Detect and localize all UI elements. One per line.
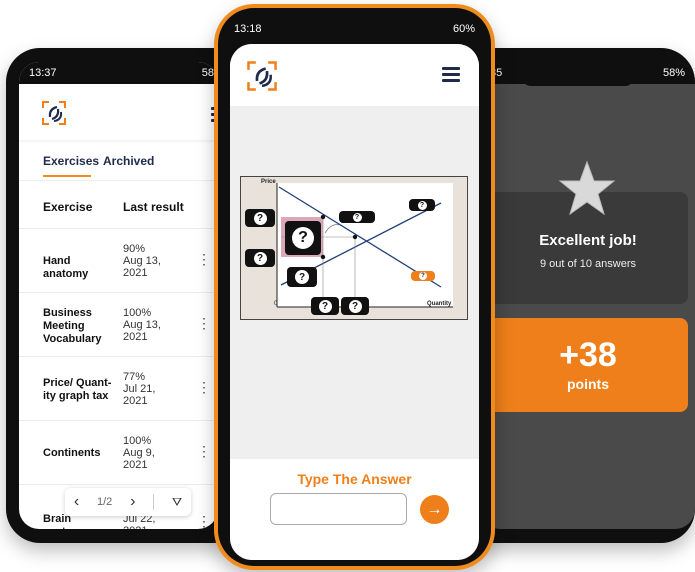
row-date: Aug 13,: [123, 255, 161, 267]
row-exercise-name: Business: [43, 307, 92, 319]
row-year: 2021: [123, 395, 148, 407]
phone-left: 13:37 58 Exercises Archived Exercise Las…: [6, 48, 246, 543]
pagination-bar: ‹ 1/2 › ⛛: [65, 488, 191, 516]
row-date: Aug 9,: [123, 447, 155, 459]
right-battery: 58%: [662, 67, 685, 79]
row-exercise-name: Continents: [43, 447, 101, 459]
phone-center: 13:18 60% Price Quantity 0 ? ? ? ? ? ? ?…: [214, 4, 495, 570]
result-title: Excellent job!: [539, 232, 637, 249]
result-subtitle: 9 out of 10 answers: [539, 258, 636, 270]
row-kebab-icon[interactable]: ⋮: [197, 251, 211, 268]
result-card: Excellent job! 9 out of 10 answers: [488, 160, 688, 304]
next-page-icon[interactable]: ›: [130, 493, 135, 511]
tab-exercises[interactable]: Exercises: [43, 154, 99, 168]
row-year: 2021: [123, 525, 155, 529]
row-kebab-icon[interactable]: ⋮: [197, 443, 211, 460]
answer-panel: Type The Answer →: [230, 459, 479, 560]
left-tabs: Exercises Archived: [19, 140, 218, 181]
answer-input[interactable]: [270, 493, 407, 525]
row-kebab-icon[interactable]: ⋮: [197, 315, 211, 332]
row-year: 2021: [123, 267, 148, 279]
table-row[interactable]: Hand anatomy 90% Aug 13, 2021 ⋮: [19, 228, 218, 293]
row-date: Jul 21,: [123, 383, 156, 395]
points-value: +38: [559, 336, 617, 374]
row-score: 100%: [123, 307, 152, 319]
answer-slot[interactable]: ?: [409, 199, 435, 211]
answer-title: Type The Answer: [297, 471, 412, 487]
app-logo-icon[interactable]: [41, 100, 67, 126]
row-score: 100%: [123, 435, 152, 447]
row-kebab-icon[interactable]: ⋮: [197, 379, 211, 396]
star-icon: [558, 160, 616, 216]
answer-slot[interactable]: ?: [285, 221, 321, 255]
points-card: +38 points: [488, 318, 688, 412]
row-exercise-name: Price/ Quant-: [43, 377, 112, 389]
row-date: Aug 13,: [123, 319, 161, 331]
filter-icon[interactable]: ⛛: [172, 495, 182, 510]
phone-right: 35 58% Excellent job! 9 out of 10 answer…: [460, 48, 695, 543]
answer-slot[interactable]: ?: [341, 297, 369, 315]
table-row[interactable]: Continents 100% Aug 9, 2021 ⋮: [19, 420, 218, 485]
row-year: 2021: [123, 459, 148, 471]
row-exercise-name: Vocabulary: [43, 333, 102, 345]
row-exercise-name: Hand anatomy: [43, 255, 89, 280]
prev-page-icon[interactable]: ‹: [74, 493, 79, 511]
left-app-header: [19, 84, 218, 140]
points-label: points: [567, 376, 609, 392]
table-row[interactable]: Price/ Quant- ity graph tax 77% Jul 21, …: [19, 356, 218, 421]
left-screen: 13:37 58 Exercises Archived Exercise Las…: [19, 62, 218, 529]
answer-slot[interactable]: ?: [245, 249, 275, 267]
answer-slot[interactable]: ?: [245, 209, 275, 227]
row-exercise-name: Meeting: [43, 320, 85, 332]
arrow-right-icon: →: [426, 500, 443, 518]
answer-slot[interactable]: ?: [287, 267, 317, 287]
center-battery: 60%: [452, 23, 475, 35]
center-menu-icon[interactable]: [442, 64, 460, 85]
row-score: 90%: [123, 243, 146, 255]
row-score: 77%: [123, 371, 146, 383]
tab-archived[interactable]: Archived: [103, 154, 154, 168]
supply-demand-graph: Price Quantity 0 ? ? ? ? ? ? ? ? ?: [240, 176, 468, 320]
center-time: 13:18: [234, 23, 262, 35]
page-indicator: 1/2: [97, 496, 113, 508]
left-signal: 58: [201, 67, 214, 79]
center-screen: Price Quantity 0 ? ? ? ? ? ? ? ? ? Type …: [230, 44, 479, 560]
col-header-exercise[interactable]: Exercise: [43, 200, 92, 214]
axis-price-label: Price: [261, 179, 276, 185]
col-header-last-result[interactable]: Last result: [123, 200, 184, 214]
right-screen: 35 58% Excellent job! 9 out of 10 answer…: [480, 62, 695, 529]
row-exercise-name: ity graph tax: [43, 390, 109, 402]
active-tab-indicator: [43, 175, 91, 177]
axis-quantity-label: Quantity: [427, 301, 452, 307]
row-kebab-icon[interactable]: ⋮: [197, 513, 211, 529]
left-time: 13:37: [29, 67, 57, 79]
app-logo-icon[interactable]: [246, 60, 278, 92]
row-year: 2021: [123, 331, 148, 343]
center-app-header: [230, 44, 479, 106]
answer-slot[interactable]: ?: [339, 211, 375, 223]
table-row[interactable]: Business Meeting Vocabulary 100% Aug 13,…: [19, 292, 218, 357]
submit-answer-button[interactable]: →: [420, 495, 449, 524]
answer-slot-filled[interactable]: ?: [411, 271, 435, 281]
answer-slot[interactable]: ?: [311, 297, 339, 315]
